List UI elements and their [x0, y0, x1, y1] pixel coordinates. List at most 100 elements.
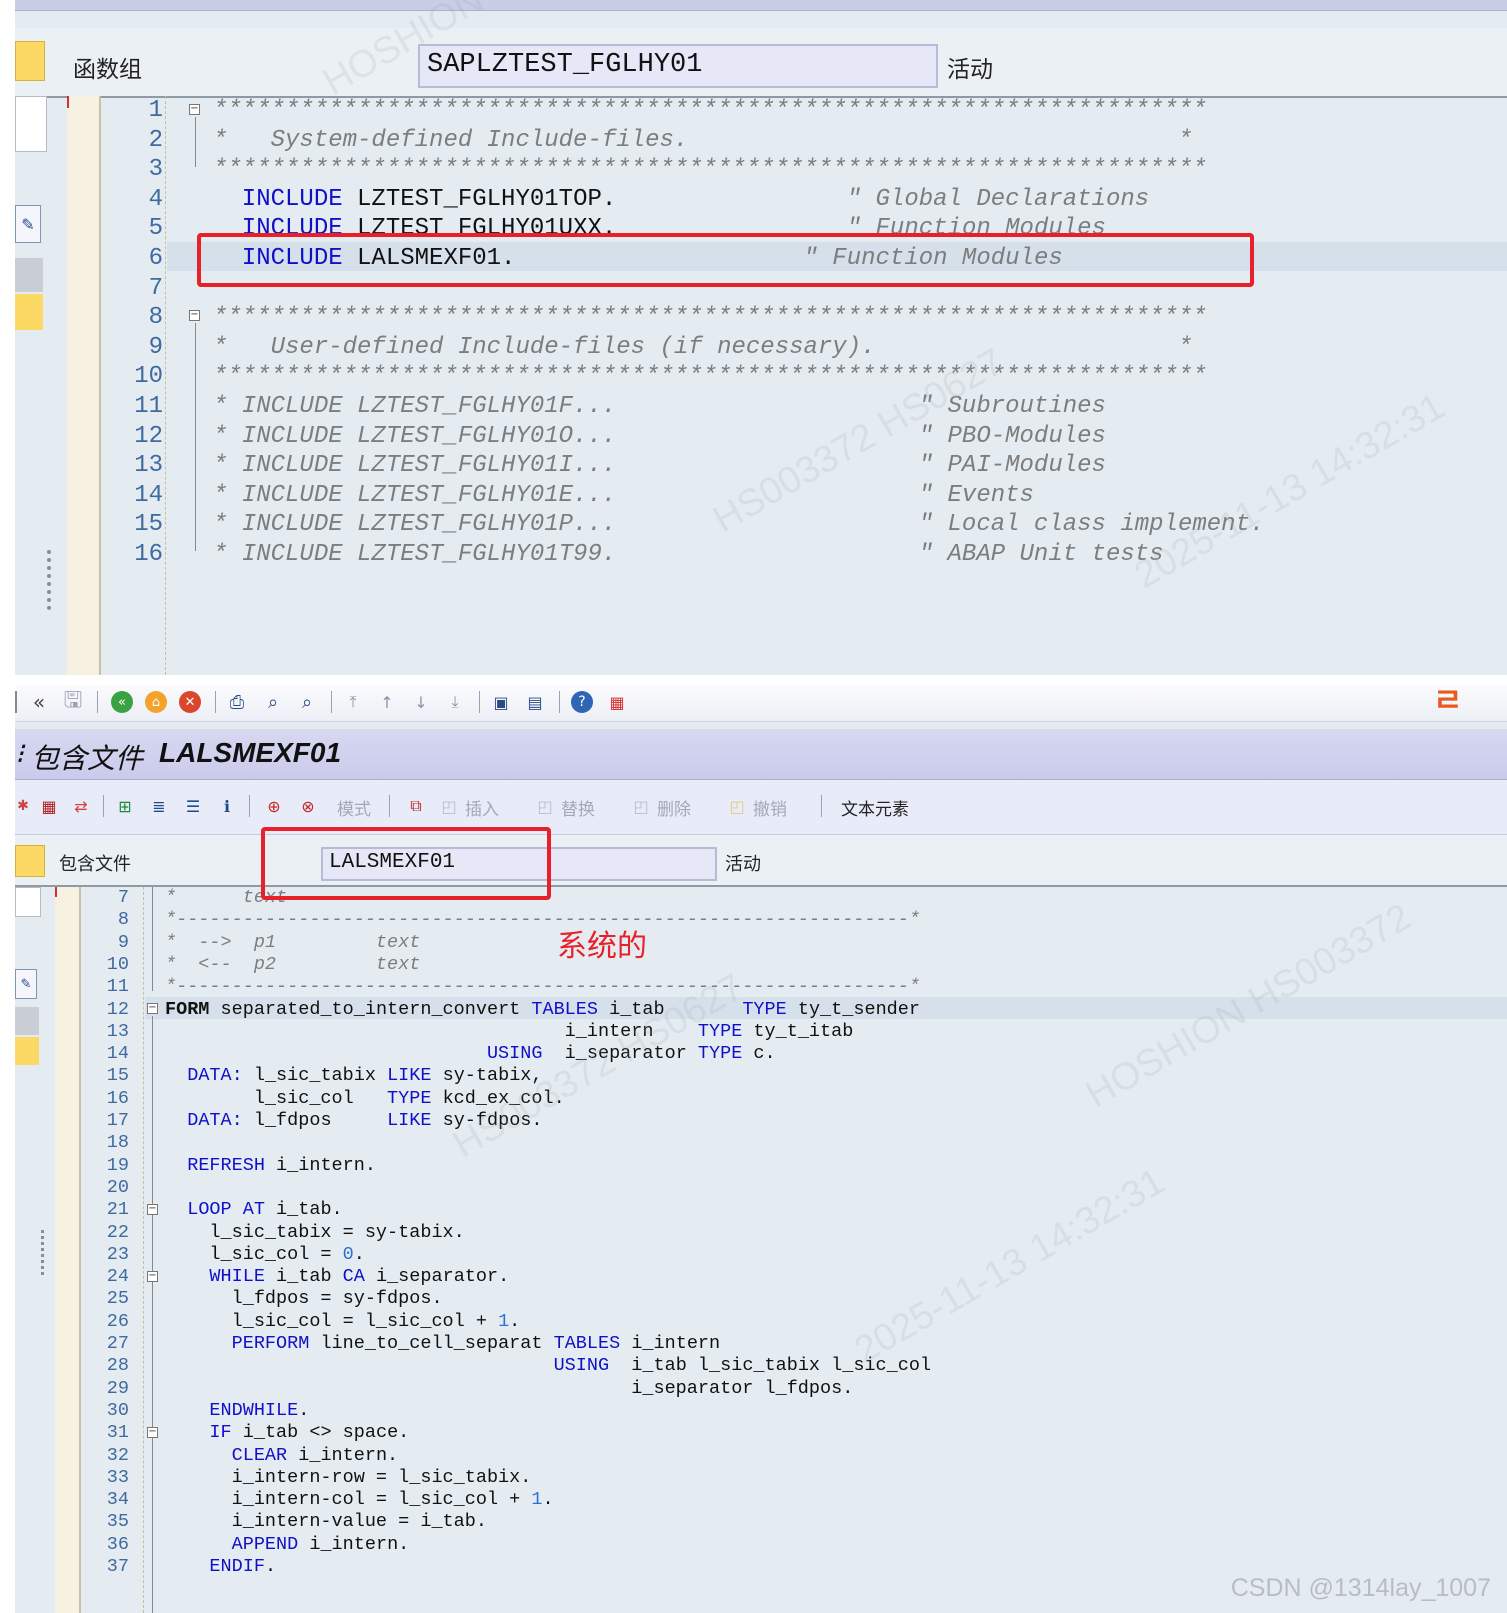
delete-button[interactable]: 删除: [657, 795, 691, 820]
code-line[interactable]: ****************************************…: [213, 303, 1207, 333]
layout-icon[interactable]: ▦: [605, 690, 629, 714]
code-line[interactable]: l_sic_col TYPE kcd_ex_col.: [165, 1088, 565, 1110]
exit-icon[interactable]: ⌂: [145, 691, 167, 713]
pretty-printer-icon[interactable]: ≣: [147, 794, 171, 818]
back-icon[interactable]: «: [111, 691, 133, 713]
code-line[interactable]: * System-defined Include-files. *: [213, 126, 1192, 156]
code-line[interactable]: APPEND i_intern.: [165, 1534, 410, 1556]
save-icon[interactable]: 🖫: [61, 688, 85, 714]
function-group-field[interactable]: SAPLZTEST_FGLHY01: [418, 44, 938, 88]
undo-button[interactable]: 撤销: [753, 795, 787, 820]
code-line[interactable]: * INCLUDE LZTEST_FGLHY01P... " Local cla…: [213, 510, 1264, 540]
code-line[interactable]: FORM separated_to_intern_convert TABLES …: [165, 999, 920, 1021]
code-line[interactable]: * INCLUDE LZTEST_FGLHY01I... " PAI-Modul…: [213, 451, 1106, 481]
line-number: 12: [134, 422, 163, 450]
code-line[interactable]: INCLUDE LZTEST_FGLHY01TOP. " Global Decl…: [213, 185, 1149, 215]
line-number: 20: [106, 1176, 129, 1198]
code-token: .: [264, 1556, 277, 1577]
code-line[interactable]: l_sic_tabix = sy-tabix.: [165, 1222, 464, 1244]
mode-button[interactable]: 模式: [337, 795, 371, 820]
code-line[interactable]: * --> p1 text: [165, 932, 420, 954]
code-keyword: INCLUDE: [213, 185, 343, 213]
print-icon[interactable]: ⎙: [225, 690, 249, 714]
pin-icon[interactable]: ✱: [15, 794, 31, 818]
title-prefix-glyph: ⁝: [15, 737, 24, 770]
insert-button[interactable]: 插入: [465, 795, 499, 820]
help-icon[interactable]: ?: [571, 691, 593, 713]
list-icon[interactable]: ☰: [181, 794, 205, 818]
undo-icon[interactable]: ◰: [725, 794, 749, 818]
code-line[interactable]: USING i_separator TYPE c.: [165, 1043, 776, 1065]
header-tab[interactable]: [15, 845, 45, 877]
find-icon[interactable]: ⌕: [261, 690, 285, 714]
code-comment: * INCLUDE LZTEST_FGLHY01T99. " ABAP Unit…: [213, 541, 1164, 568]
code-line[interactable]: i_intern-col = l_sic_col + 1.: [165, 1489, 554, 1511]
replace-icon[interactable]: ◰: [533, 794, 557, 818]
code-line[interactable]: PERFORM line_to_cell_separat TABLES i_in…: [165, 1333, 721, 1355]
code-line[interactable]: ****************************************…: [213, 155, 1207, 185]
code-line[interactable]: IF i_tab <> space.: [165, 1422, 409, 1444]
active-inactive-icon[interactable]: ⇄: [69, 794, 93, 818]
shortcut-icon[interactable]: ▤: [523, 690, 547, 714]
new-session-icon[interactable]: ▣: [489, 690, 513, 714]
top-header-tab[interactable]: [15, 41, 45, 81]
code-line[interactable]: REFRESH i_intern.: [165, 1155, 376, 1177]
code-line[interactable]: USING i_tab l_sic_tabix l_sic_col: [165, 1355, 931, 1377]
code-line[interactable]: * <-- p2 text: [165, 954, 420, 976]
annotation-label: 系统的: [557, 929, 647, 964]
code-line[interactable]: i_intern-value = i_tab.: [165, 1511, 487, 1533]
hierarchy-icon[interactable]: ⊞: [113, 794, 137, 818]
code-line[interactable]: DATA: l_sic_tabix LIKE sy-tabix,: [165, 1065, 542, 1087]
code-line[interactable]: * INCLUDE LZTEST_FGLHY01E... " Events: [213, 481, 1034, 511]
code-line[interactable]: LOOP AT i_tab.: [165, 1199, 342, 1221]
breakpoint-icon[interactable]: ⊕: [261, 794, 287, 818]
code-line[interactable]: i_separator l_fdpos.: [165, 1378, 853, 1400]
code-line[interactable]: * INCLUDE LZTEST_FGLHY01O... " PBO-Modul…: [213, 422, 1106, 452]
code-token: l_fdpos = sy-fdpos.: [165, 1288, 443, 1310]
session-breakpoint-icon[interactable]: ⊗: [295, 794, 321, 818]
pattern-icon[interactable]: ⧉: [403, 794, 429, 818]
code-comment: *---------------------------------------…: [165, 909, 920, 931]
code-line[interactable]: l_sic_col = 0.: [165, 1244, 364, 1266]
top-code-editor[interactable]: 1 ***************************************…: [15, 96, 1507, 675]
top-editor-panel: 函数组 SAPLZTEST_FGLHY01 活动 ✎ 1************…: [15, 0, 1507, 675]
code-line[interactable]: CLEAR i_intern.: [165, 1445, 399, 1467]
info-icon[interactable]: ℹ: [215, 794, 239, 818]
display-change-icon[interactable]: ▦: [37, 794, 61, 818]
first-page-icon[interactable]: ⤒: [341, 690, 365, 714]
find-next-icon[interactable]: ⌕: [295, 690, 319, 714]
code-number: 1: [498, 1310, 510, 1332]
code-keyword: ENDWHILE: [209, 1399, 299, 1421]
code-line[interactable]: DATA: l_fdpos LIKE sy-fdpos.: [165, 1110, 542, 1132]
bottom-code-editor[interactable]: 7 * text 8 *-------------------------------…: [15, 887, 1507, 1613]
code-line[interactable]: ****************************************…: [213, 362, 1207, 392]
code-line[interactable]: i_intern TYPE ty_t_itab: [165, 1021, 854, 1043]
function-group-label: 函数组: [73, 57, 142, 83]
last-page-icon[interactable]: ⤓: [443, 690, 467, 714]
replace-button[interactable]: 替换: [561, 795, 595, 820]
code-line[interactable]: * User-defined Include-files (if necessa…: [213, 333, 1192, 363]
code-line[interactable]: * INCLUDE LZTEST_FGLHY01T99. " ABAP Unit…: [213, 540, 1164, 570]
text-elements-button[interactable]: 文本元素: [841, 795, 909, 820]
code-comment: * <-- p2 text: [165, 953, 421, 975]
code-line[interactable]: l_fdpos = sy-fdpos.: [165, 1288, 443, 1310]
code-line[interactable]: ****************************************…: [213, 96, 1207, 126]
delete-icon[interactable]: ◰: [629, 794, 653, 818]
line-number: 31: [106, 1422, 129, 1444]
code-keyword: FORM: [165, 998, 210, 1020]
code-line[interactable]: WHILE i_tab CA i_separator.: [165, 1266, 509, 1288]
collapse-icon[interactable]: «: [29, 688, 49, 716]
code-comment: * INCLUDE LZTEST_FGLHY01F... " Subroutin…: [213, 393, 1106, 420]
code-line[interactable]: l_sic_col = l_sic_col + 1.: [165, 1310, 521, 1333]
prev-page-icon[interactable]: ↑: [375, 690, 399, 714]
code-line[interactable]: *---------------------------------------…: [165, 909, 920, 931]
line-number: 30: [106, 1399, 129, 1421]
cancel-icon[interactable]: ✕: [179, 691, 201, 713]
code-line[interactable]: ENDIF.: [165, 1556, 276, 1578]
code-line[interactable]: i_intern-row = l_sic_tabix.: [165, 1467, 532, 1489]
insert-icon[interactable]: ◰: [437, 794, 461, 818]
code-line[interactable]: *---------------------------------------…: [165, 976, 920, 998]
code-line[interactable]: ENDWHILE.: [165, 1400, 309, 1422]
code-line[interactable]: * INCLUDE LZTEST_FGLHY01F... " Subroutin…: [213, 392, 1106, 422]
next-page-icon[interactable]: ↓: [409, 690, 433, 714]
